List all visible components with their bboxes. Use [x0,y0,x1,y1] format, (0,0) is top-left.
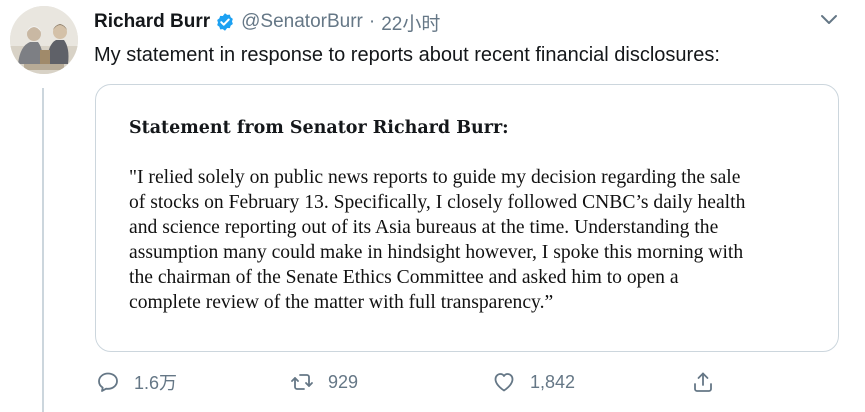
author-display-name[interactable]: Richard Burr [94,11,210,33]
avatar[interactable] [10,6,78,74]
reply-button[interactable]: 1.6万 [96,368,177,396]
chevron-down-icon[interactable] [818,10,840,30]
retweet-button[interactable]: 929 [290,368,358,396]
profile-photo-icon [10,6,78,74]
statement-line-6: complete review of the matter with full … [129,292,554,313]
reply-icon [98,372,118,392]
statement-title: Statement from Senator Richard Burr: [129,118,509,138]
reply-count: 1.6万 [134,373,178,393]
like-icon [494,373,514,392]
like-button[interactable]: 1,842 [492,368,575,396]
separator-dot: · [368,11,376,32]
tweet-text: My statement in response to reports abou… [94,44,720,66]
statement-line-2: of stocks on February 13. Specifically, … [129,192,746,213]
statement-line-1: "I relied solely on public news reports … [129,167,741,188]
tweet-header: Richard Burr @SenatorBurr · 22小时 [94,9,440,36]
statement-line-3: and science reporting out of its Asia bu… [129,217,719,238]
statement-line-4: assumption many could make in hindsight … [129,242,744,263]
thread-connector-line [42,88,44,412]
share-button[interactable] [691,368,715,396]
retweet-icon [291,374,313,390]
statement-card-image[interactable]: Statement from Senator Richard Burr: "I … [95,84,839,352]
retweet-count: 929 [328,371,359,392]
like-count: 1,842 [530,371,576,392]
author-handle[interactable]: @SenatorBurr [241,11,363,33]
share-icon [694,372,712,392]
verified-badge-icon [215,12,235,32]
statement-line-5: the chairman of the Senate Ethics Commit… [129,267,679,288]
timestamp[interactable]: 22小时 [381,9,440,36]
